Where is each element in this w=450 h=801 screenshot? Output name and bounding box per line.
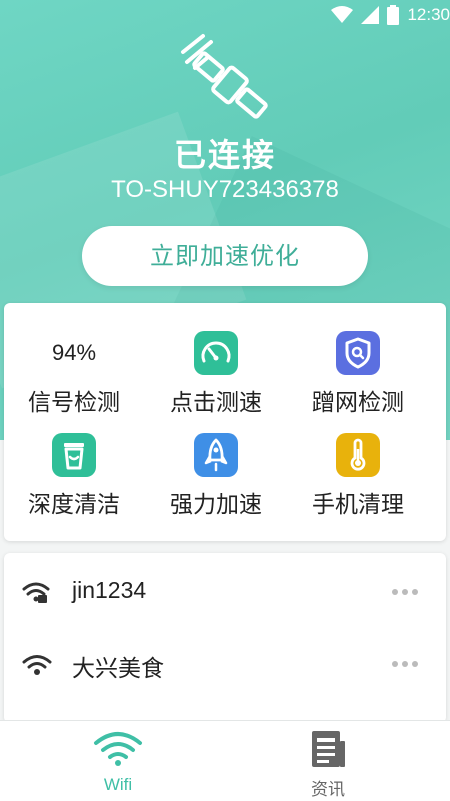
tab-wifi[interactable]: Wifi [58, 729, 178, 795]
bottom-tab-bar: Wifi 资讯 [0, 720, 450, 801]
satellite-icon [181, 34, 268, 119]
tab-label: Wifi [103, 775, 133, 794]
connected-ssid: TO-SHUY723436378 [111, 176, 339, 203]
tool-label: 点击测速 [170, 390, 262, 416]
signal-strength-value: 94% [51, 340, 97, 365]
tool-label: 蹭网检测 [312, 390, 404, 416]
more-options-icon[interactable] [392, 661, 418, 667]
tool-label: 手机清理 [312, 492, 404, 518]
cellular-signal-icon [361, 6, 380, 24]
wifi-icon [22, 655, 52, 675]
tool-deep-clean[interactable]: 深度清洁 [4, 433, 144, 519]
wifi-icon [94, 732, 142, 766]
wifi-locked-icon [22, 582, 50, 603]
battery-icon [387, 5, 400, 25]
tool-intruder-check[interactable]: 蹭网检测 [288, 331, 428, 417]
wifi-name: 大兴美食 [72, 656, 164, 682]
tool-label: 强力加速 [170, 492, 262, 518]
boost-optimize-button[interactable]: 立即加速优化 [82, 226, 368, 286]
thermometer-icon [336, 433, 380, 477]
news-icon [312, 731, 345, 767]
list-item[interactable]: jin1234 [4, 563, 446, 623]
tool-label: 深度清洁 [28, 492, 120, 518]
more-options-icon[interactable] [392, 589, 418, 595]
signal-wifi-icon [331, 6, 354, 23]
shield-icon [336, 331, 380, 375]
wifi-name: jin1234 [72, 577, 147, 603]
status-bar: 12:30 [0, 0, 450, 32]
tool-speed-test[interactable]: 点击测速 [146, 331, 286, 417]
tab-news[interactable]: 资讯 [268, 729, 388, 800]
wifi-list: jin1234 大兴美食 [4, 553, 446, 723]
trash-can-icon [52, 433, 96, 477]
list-item[interactable]: 大兴美食 [4, 635, 446, 695]
speedometer-icon [194, 331, 238, 375]
connection-status: 已连接 [173, 136, 276, 174]
tool-signal-check[interactable]: 94% 信号检测 [4, 331, 144, 417]
tool-label: 信号检测 [28, 390, 120, 416]
rocket-icon [194, 433, 238, 477]
tool-phone-clean[interactable]: 手机清理 [288, 433, 428, 519]
tool-power-boost[interactable]: 强力加速 [146, 433, 286, 519]
tools-panel: 94% 信号检测 点击测速 蹭网检测 深度清洁 强力加速 手机清理 [4, 303, 446, 541]
tab-label: 资讯 [311, 780, 345, 800]
clock: 12:30 [407, 5, 450, 24]
